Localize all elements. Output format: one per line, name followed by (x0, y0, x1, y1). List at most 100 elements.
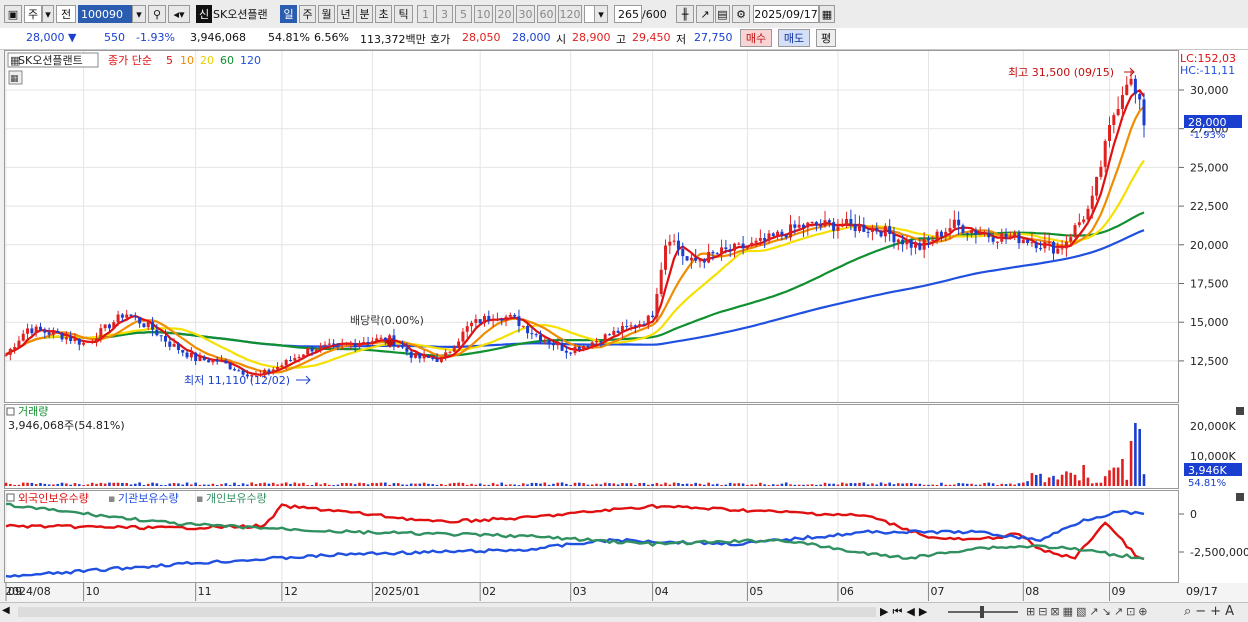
volume-bar (754, 484, 758, 486)
volume-bar (43, 483, 47, 486)
interval-30-button[interactable]: 30 (516, 5, 535, 23)
candle-body (750, 242, 754, 247)
volume-bar (21, 482, 25, 486)
volume-bar (1073, 474, 1077, 486)
period-tick-button[interactable]: 틱 (394, 5, 413, 23)
volume-toggle-icon[interactable] (6, 407, 15, 416)
period-second-button[interactable]: 초 (375, 5, 392, 23)
interval-5-button[interactable]: 5 (455, 5, 472, 23)
search-icon[interactable]: ⚲ (148, 5, 166, 23)
candle-body (633, 325, 637, 327)
high-annotation: 최고 31,500 (09/15) (1008, 66, 1114, 79)
volume-bar (1026, 481, 1029, 486)
volume-bar (565, 483, 568, 486)
save-icon[interactable]: ▤ (715, 5, 730, 23)
zoom-slider-handle[interactable] (980, 606, 984, 618)
horizontal-scrollbar[interactable] (18, 607, 876, 617)
candle-body (638, 324, 642, 327)
volume-tick-label: 20,000K (1190, 420, 1236, 433)
candle-body (659, 269, 663, 295)
interval-120-button[interactable]: 120 (558, 5, 582, 23)
candle-body (439, 356, 443, 362)
ma60-label[interactable]: 60 (220, 54, 234, 67)
ma10-label[interactable]: 10 (180, 54, 194, 67)
candle-body (896, 239, 900, 243)
chart-canvas[interactable]: ▦ SK오션플랜트 종가 단순 5 10 20 60 120 ▦ LC:152,… (4, 50, 1248, 602)
ma120-label[interactable]: 120 (240, 54, 261, 67)
candle-body (521, 325, 525, 327)
candle-body (431, 357, 435, 360)
date-tick-label: 06 (840, 585, 854, 598)
candle-body (276, 366, 280, 370)
ma20-label[interactable]: 20 (200, 54, 214, 67)
volume-bar (250, 482, 254, 486)
chevron-down-icon[interactable]: ▾ (594, 5, 608, 23)
interval-10-button[interactable]: 10 (474, 5, 493, 23)
evaluation-button[interactable]: 평 (816, 29, 836, 47)
volume-bar (211, 483, 215, 486)
sell-button[interactable]: 매도 (778, 29, 810, 47)
date-tick-label: 08 (1025, 585, 1039, 598)
calendar-icon[interactable]: ▦ (819, 5, 835, 23)
volume-bar (220, 484, 223, 486)
speaker-icon[interactable]: ◂▾ (168, 5, 190, 23)
interval-20-button[interactable]: 20 (495, 5, 514, 23)
interval-60-button[interactable]: 60 (537, 5, 556, 23)
holdings-close-icon[interactable] (1236, 493, 1244, 501)
institution-holdings-label[interactable]: 기관보유수량 (118, 492, 179, 505)
candle-type-icon[interactable]: ╫ (676, 5, 694, 23)
volume-bar (478, 483, 482, 486)
draw-tool-icon[interactable]: ↗ (696, 5, 714, 23)
volume-bar (953, 484, 956, 486)
period-year-button[interactable]: 년 (337, 5, 354, 23)
chart-tools-icon[interactable]: ⊞⊟⊠▦▧↗↘↗⊡⊕ (1026, 605, 1151, 618)
stock-name: SK오션플랜 (213, 8, 268, 21)
chevron-down-icon[interactable]: ▾ (42, 5, 54, 23)
volume-bar (642, 483, 646, 486)
volume-bar (444, 485, 447, 486)
period-day-button[interactable]: 일 (280, 5, 297, 23)
individual-holdings-label[interactable]: 개인보유수량 (206, 492, 267, 505)
holdings-toggle-icon[interactable] (6, 493, 15, 502)
candle-body (21, 333, 25, 341)
date-tick-label: 03 (573, 585, 587, 598)
market-select[interactable]: 전 (56, 5, 76, 23)
candle-body (211, 359, 215, 363)
candle-body (293, 358, 297, 361)
scroll-left-icon[interactable]: ◀ (2, 605, 16, 619)
scroll-controls-icon[interactable]: ▶⏮◀▶ (880, 605, 931, 619)
volume-bar (9, 483, 12, 486)
buy-button[interactable]: 매수 (740, 29, 772, 47)
candle-body (202, 356, 206, 361)
interval-3-button[interactable]: 3 (436, 5, 453, 23)
price-tick-label: 17,500 (1190, 278, 1229, 291)
candle-body (607, 334, 611, 336)
zoom-controls-icon[interactable]: ⌕−+A (1184, 604, 1238, 619)
period-month-button[interactable]: 월 (318, 5, 335, 23)
stock-chart[interactable]: ▦ SK오션플랜트 종가 단순 5 10 20 60 120 ▦ LC:152,… (4, 50, 1248, 602)
volume-bar (95, 483, 98, 486)
interval-1-button[interactable]: 1 (417, 5, 434, 23)
chart-settings-icon[interactable]: ▣ (4, 5, 22, 23)
stock-code-input[interactable]: 100090 (78, 5, 132, 23)
volume-bar (267, 483, 271, 486)
date-input[interactable]: 2025/09/17 (753, 5, 819, 23)
volume-bar (961, 483, 965, 486)
volume-close-icon[interactable] (1236, 407, 1244, 415)
period-minute-button[interactable]: 분 (356, 5, 373, 23)
candle-body (987, 233, 991, 238)
chevron-down-icon[interactable]: ▾ (132, 5, 146, 23)
data-count-input[interactable]: 265 (614, 5, 642, 23)
ma5-label[interactable]: 5 (166, 54, 173, 67)
volume-bar (806, 484, 810, 486)
period-type-select[interactable]: 주 (24, 5, 42, 23)
period-week-button[interactable]: 주 (299, 5, 316, 23)
candle-body (577, 346, 581, 350)
gear-icon[interactable]: ⚙ (732, 5, 750, 23)
volume-bar (974, 484, 978, 486)
candle-body (120, 314, 124, 318)
volume-bar (741, 483, 745, 486)
volume-bar (776, 484, 779, 486)
foreign-holdings-label[interactable]: 외국인보유수량 (18, 492, 89, 505)
candle-body (948, 228, 952, 232)
